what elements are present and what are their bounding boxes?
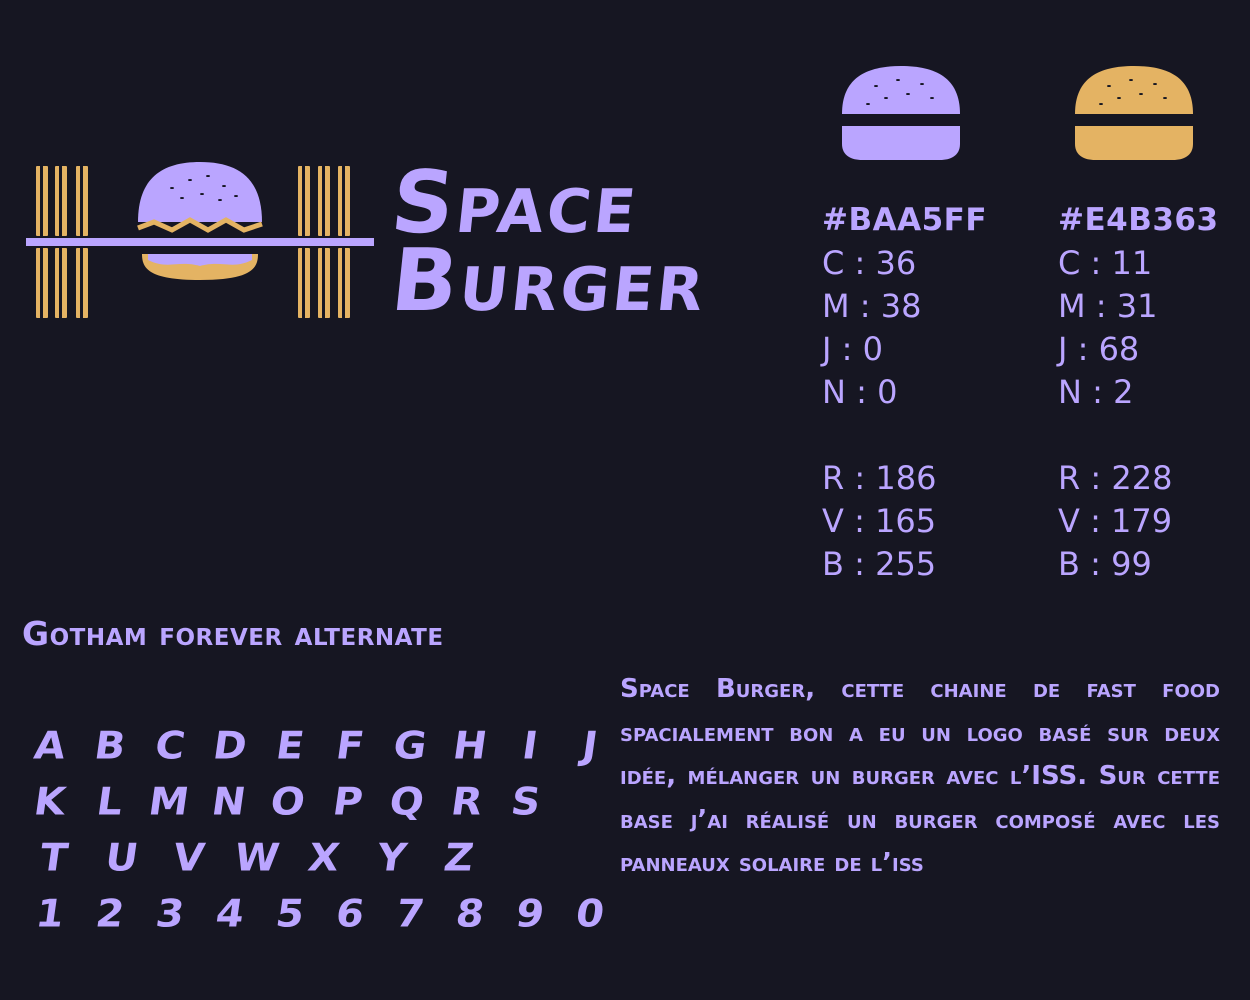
cmyk-j: J : 0 — [822, 330, 883, 368]
glyph: B — [91, 724, 129, 768]
glyph-row-digits: 1 2 3 4 5 6 7 8 9 0 — [20, 892, 620, 936]
glyph: 1 — [33, 892, 67, 936]
glyph: S — [508, 780, 544, 824]
glyph: Q — [386, 780, 427, 824]
hex-code: #E4B363 — [1058, 202, 1219, 238]
glyph: 3 — [153, 892, 187, 936]
rgb-v: V : 179 — [1058, 502, 1173, 540]
glyph: Z — [441, 836, 477, 880]
glyph: V — [170, 836, 208, 880]
purple-burger-bun-icon — [842, 66, 960, 160]
glyph: J — [579, 724, 601, 768]
rgb-r: R : 186 — [822, 459, 937, 497]
glyph: P — [329, 780, 365, 824]
glyph: U — [101, 836, 141, 880]
glyph: C — [152, 724, 188, 768]
glyph: N — [208, 780, 249, 824]
glyph: Y — [373, 836, 409, 880]
glyph: G — [390, 724, 430, 768]
rgb-b: B : 255 — [822, 545, 937, 583]
glyph: T — [37, 836, 71, 880]
brand-description: Space Burger, cette chaine de fast food … — [620, 674, 1220, 878]
glyph: 4 — [213, 892, 247, 936]
logo-wordmark-line2: Burger — [386, 231, 713, 331]
cmyk-m: M : 31 — [1058, 287, 1158, 325]
glyph: 0 — [573, 892, 607, 936]
glyph: K — [31, 780, 69, 824]
glyph: 8 — [453, 892, 487, 936]
glyph: F — [333, 724, 367, 768]
glyph-row-t-z: T U V W X Y Z — [20, 836, 493, 880]
cmyk-n: N : 0 — [822, 373, 898, 411]
glyph: E — [273, 724, 307, 768]
rgb-v: V : 165 — [822, 502, 937, 540]
glyph: R — [447, 780, 485, 824]
cmyk-c: C : 11 — [1058, 244, 1153, 282]
glyph: L — [93, 780, 126, 824]
glyph: 5 — [273, 892, 307, 936]
glyph: X — [305, 836, 343, 880]
hex-code: #BAA5FF — [822, 202, 988, 238]
glyph: M — [145, 780, 192, 824]
glyph: 6 — [333, 892, 367, 936]
glyph: 9 — [513, 892, 547, 936]
color-spec-purple: #BAA5FF C : 36 M : 38 J : 0 N : 0 R : 18… — [822, 199, 987, 586]
yellow-burger-bun-icon — [1075, 66, 1193, 160]
glyph: 2 — [93, 892, 127, 936]
cmyk-c: C : 36 — [822, 244, 917, 282]
glyph: A — [31, 724, 69, 768]
iss-burger-icon — [26, 162, 374, 318]
cmyk-m: M : 38 — [822, 287, 922, 325]
glyph: 7 — [393, 892, 427, 936]
cmyk-j: J : 68 — [1058, 330, 1140, 368]
rgb-r: R : 228 — [1058, 459, 1173, 497]
glyph: O — [267, 780, 308, 824]
glyph: H — [450, 724, 490, 768]
glyph-row-k-s: K L M N O P Q R S — [20, 780, 556, 824]
font-name-label: Gotham forever alternate — [22, 614, 444, 653]
rgb-b: B : 99 — [1058, 545, 1152, 583]
color-spec-yellow: #E4B363 C : 11 M : 31 J : 68 N : 2 R : 2… — [1058, 199, 1219, 586]
glyph: D — [210, 724, 250, 768]
glyph-row-a-j: A B C D E F G H I J — [20, 724, 620, 768]
cmyk-n: N : 2 — [1058, 373, 1134, 411]
glyph: W — [231, 836, 282, 880]
glyph: I — [519, 724, 541, 768]
